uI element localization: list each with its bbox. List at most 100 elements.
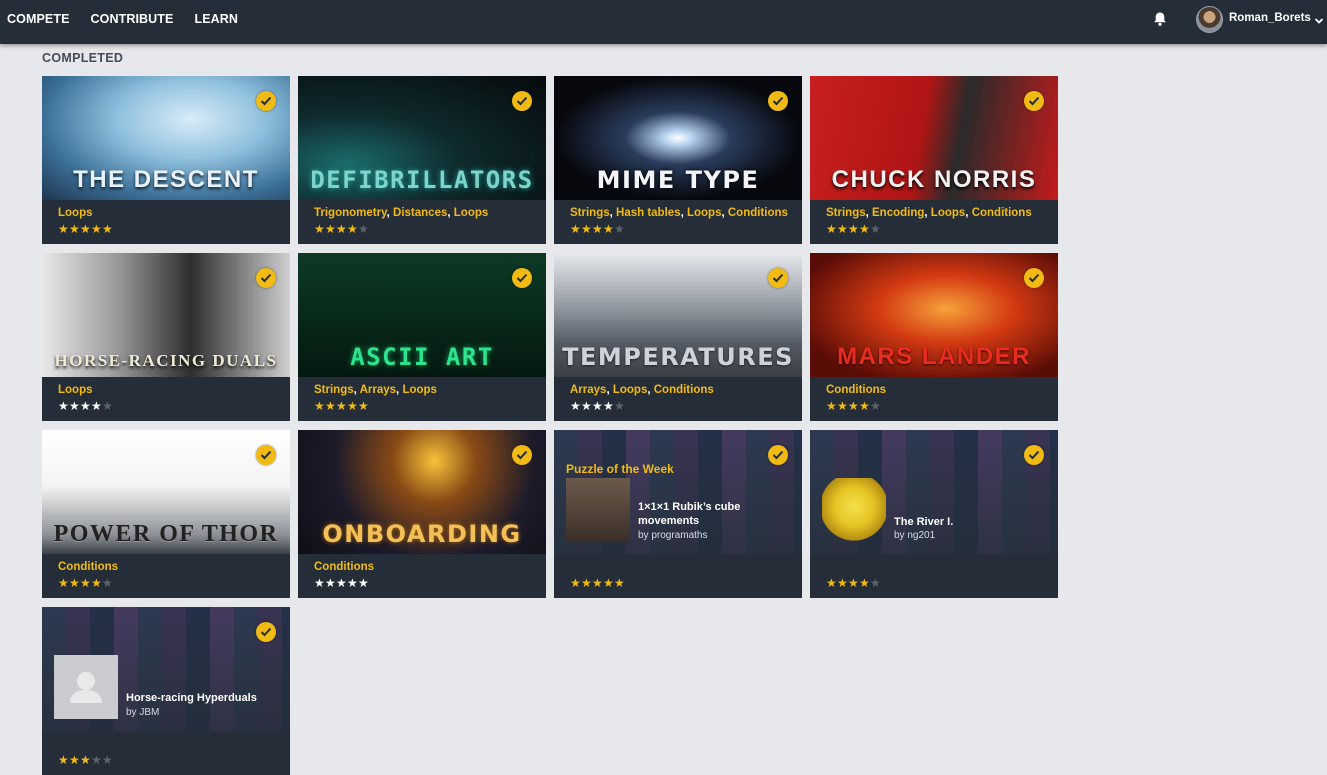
star-icon: ★ xyxy=(570,576,581,590)
puzzle-banner-image: ASCII ART xyxy=(298,253,546,377)
puzzle-card[interactable]: HORSE-RACING DUALS Loops ★ ★ ★ ★ ★ xyxy=(42,253,290,421)
star-icon: ★ xyxy=(325,576,336,590)
puzzle-tag: Loops xyxy=(58,207,93,219)
star-icon: ★ xyxy=(614,576,625,590)
check-icon xyxy=(512,91,532,111)
star-icon: ★ xyxy=(581,399,592,413)
rating-stars: ★ ★ ★ ★ ★ xyxy=(314,577,369,589)
rating-stars: ★ ★ ★ ★ ★ xyxy=(314,223,369,235)
section-title: COMPLETED xyxy=(42,51,124,65)
puzzle-card[interactable]: ONBOARDING Conditions ★ ★ ★ ★ ★ xyxy=(298,430,546,598)
community-puzzle-card[interactable]: Horse-racing Hyperduals by JBM ★ ★ ★ ★ ★ xyxy=(42,607,290,775)
author-name[interactable]: by JBM xyxy=(126,707,159,718)
puzzle-grid: THE DESCENT Loops ★ ★ ★ ★ ★ DEFIBRILLATORS Trigo… xyxy=(42,76,1058,775)
star-icon: ★ xyxy=(581,576,592,590)
nav-learn[interactable]: LEARN xyxy=(194,12,238,26)
star-icon: ★ xyxy=(358,399,369,413)
puzzle-tag: Arrays xyxy=(359,384,397,396)
check-icon xyxy=(1024,91,1044,111)
chevron-down-icon[interactable] xyxy=(1314,13,1324,24)
rating-stars: ★ ★ ★ ★ ★ xyxy=(826,400,881,412)
puzzle-tag: Strings xyxy=(826,207,866,219)
rating-stars: ★ ★ ★ ★ ★ xyxy=(314,400,369,412)
puzzle-tags: Loops xyxy=(58,207,93,219)
star-icon: ★ xyxy=(91,399,102,413)
star-icon: ★ xyxy=(102,576,113,590)
puzzle-card[interactable]: TEMPERATURES Arrays, Loops, Conditions ★ ★ ★… xyxy=(554,253,802,421)
puzzle-card[interactable]: POWER OF THOR Conditions ★ ★ ★ ★ ★ xyxy=(42,430,290,598)
star-icon: ★ xyxy=(837,222,848,236)
puzzle-title: THE DESCENT xyxy=(73,166,259,193)
star-icon: ★ xyxy=(859,576,870,590)
community-puzzle-card[interactable]: Puzzle of the Week 1×1×1 Rubik’s cube move… xyxy=(554,430,802,598)
puzzle-tag: Trigonometry xyxy=(314,207,387,219)
puzzle-card[interactable]: THE DESCENT Loops ★ ★ ★ ★ ★ xyxy=(42,76,290,244)
puzzle-title: CHUCK NORRIS xyxy=(831,166,1037,193)
puzzle-card[interactable]: DEFIBRILLATORS Trigonometry, Distances, L… xyxy=(298,76,546,244)
community-puzzle-card[interactable]: The River I. by ng201 ★ ★ ★ ★ ★ xyxy=(810,430,1058,598)
star-icon: ★ xyxy=(347,222,358,236)
star-icon: ★ xyxy=(69,222,80,236)
star-icon: ★ xyxy=(837,576,848,590)
puzzle-of-the-week-badge: Puzzle of the Week xyxy=(566,462,674,476)
puzzle-card[interactable]: MARS LANDER Conditions ★ ★ ★ ★ ★ xyxy=(810,253,1058,421)
star-icon: ★ xyxy=(848,222,859,236)
star-icon: ★ xyxy=(314,576,325,590)
community-puzzle-title: 1×1×1 Rubik’s cube movements xyxy=(638,500,740,528)
star-icon: ★ xyxy=(91,576,102,590)
rating-stars: ★ ★ ★ ★ ★ xyxy=(58,754,113,766)
star-icon: ★ xyxy=(314,399,325,413)
puzzle-tags: Strings, Arrays, Loops xyxy=(314,384,437,396)
check-icon xyxy=(1024,445,1044,465)
star-icon: ★ xyxy=(69,399,80,413)
puzzle-title: TEMPERATURES xyxy=(562,343,794,371)
author-name[interactable]: by programaths xyxy=(638,530,707,541)
puzzle-title: ONBOARDING xyxy=(322,520,522,548)
star-icon: ★ xyxy=(58,222,69,236)
nav-contribute[interactable]: CONTRIBUTE xyxy=(91,12,174,26)
star-icon: ★ xyxy=(80,753,91,767)
author-avatar xyxy=(822,478,886,542)
nav-compete[interactable]: COMPETE xyxy=(7,12,70,26)
star-icon: ★ xyxy=(91,753,102,767)
check-icon xyxy=(256,268,276,288)
puzzle-tags: Conditions xyxy=(314,561,374,573)
star-icon: ★ xyxy=(592,576,603,590)
puzzle-tag: Strings xyxy=(314,384,354,396)
puzzle-title: MARS LANDER xyxy=(837,343,1031,370)
star-icon: ★ xyxy=(870,399,881,413)
puzzle-banner-image: POWER OF THOR xyxy=(42,430,290,554)
star-icon: ★ xyxy=(58,753,69,767)
title-line: The River I. xyxy=(894,516,954,528)
puzzle-tag: Conditions xyxy=(58,561,119,573)
puzzle-card[interactable]: ASCII ART Strings, Arrays, Loops ★ ★ ★ ★ ★ xyxy=(298,253,546,421)
star-icon: ★ xyxy=(859,399,870,413)
check-icon xyxy=(256,91,276,111)
star-icon: ★ xyxy=(91,222,102,236)
puzzle-tags: Strings, Encoding, Loops, Conditions xyxy=(826,207,1032,219)
puzzle-title: MIME TYPE xyxy=(596,166,760,194)
check-icon xyxy=(512,268,532,288)
star-icon: ★ xyxy=(603,576,614,590)
puzzle-card[interactable]: CHUCK NORRIS Strings, Encoding, Loops, Co… xyxy=(810,76,1058,244)
star-icon: ★ xyxy=(80,576,91,590)
puzzle-title: HORSE-RACING DUALS xyxy=(54,351,278,370)
avatar[interactable] xyxy=(1196,6,1223,33)
community-puzzle-title: The River I. xyxy=(894,515,953,529)
bell-icon[interactable] xyxy=(1152,11,1168,27)
puzzle-banner-image: TEMPERATURES xyxy=(554,253,802,377)
puzzle-title: ASCII ART xyxy=(350,343,494,371)
username[interactable]: Roman_Borets xyxy=(1229,12,1311,24)
puzzle-tag: Conditions xyxy=(826,384,887,396)
rating-stars: ★ ★ ★ ★ ★ xyxy=(570,400,625,412)
rating-stars: ★ ★ ★ ★ ★ xyxy=(58,400,113,412)
star-icon: ★ xyxy=(570,222,581,236)
star-icon: ★ xyxy=(58,576,69,590)
author-name[interactable]: by ng201 xyxy=(894,530,935,541)
star-icon: ★ xyxy=(358,576,369,590)
title-line: movements xyxy=(638,515,700,527)
puzzle-card[interactable]: MIME TYPE Strings, Hash tables, Loops, Co… xyxy=(554,76,802,244)
star-icon: ★ xyxy=(826,399,837,413)
rating-stars: ★ ★ ★ ★ ★ xyxy=(826,223,881,235)
star-icon: ★ xyxy=(870,222,881,236)
